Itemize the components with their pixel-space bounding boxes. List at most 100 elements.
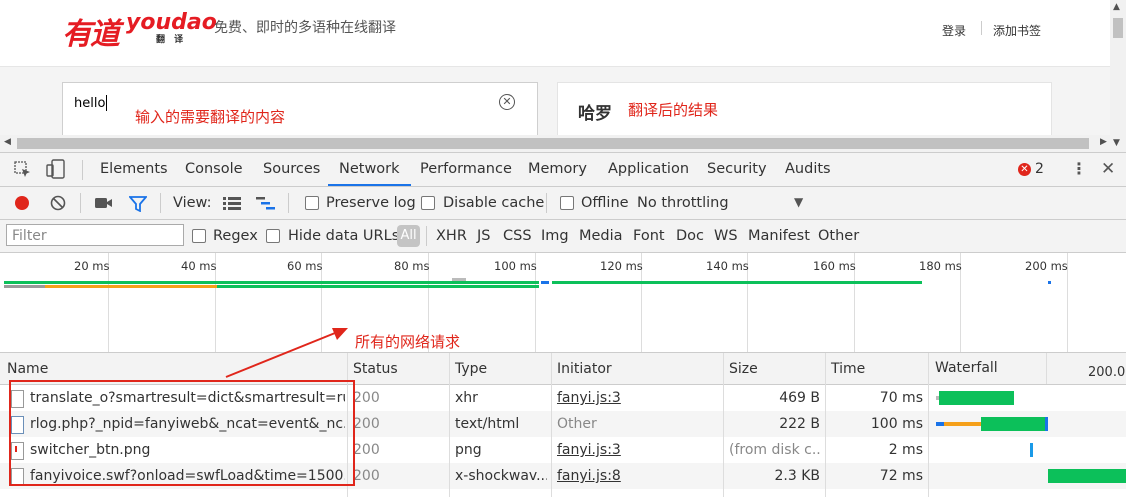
large-rows-icon[interactable] bbox=[223, 196, 241, 214]
filter-other[interactable]: Other bbox=[818, 227, 859, 245]
request-initiator[interactable]: fanyi.js:3 bbox=[557, 437, 621, 463]
overview-tick: 80 ms bbox=[394, 259, 430, 273]
overview-bar bbox=[4, 285, 45, 288]
offline-checkbox[interactable] bbox=[560, 196, 574, 210]
devtools-tab-bar: Elements Console Sources Network Perform… bbox=[0, 153, 1126, 187]
show-overview-icon[interactable] bbox=[256, 196, 276, 214]
preserve-log-label[interactable]: Preserve log bbox=[326, 194, 416, 212]
close-devtools-icon[interactable]: ✕ bbox=[1101, 159, 1115, 179]
tab-memory[interactable]: Memory bbox=[528, 153, 587, 186]
divider bbox=[82, 160, 83, 180]
chevron-down-icon[interactable]: ▼ bbox=[794, 195, 803, 209]
scroll-left-icon[interactable]: ◀ bbox=[4, 137, 11, 147]
tab-elements[interactable]: Elements bbox=[100, 153, 168, 186]
network-overview[interactable]: 20 ms 40 ms 60 ms 80 ms 100 ms 120 ms 14… bbox=[0, 253, 1126, 353]
header-divider bbox=[981, 21, 982, 35]
capture-screenshots-icon[interactable] bbox=[95, 197, 113, 213]
disable-cache-checkbox[interactable] bbox=[421, 196, 435, 210]
scroll-down-icon[interactable]: ▼ bbox=[1113, 138, 1120, 148]
regex-checkbox[interactable] bbox=[192, 229, 206, 243]
waterfall-bar bbox=[939, 391, 1014, 405]
filter-xhr[interactable]: XHR bbox=[436, 227, 467, 245]
site-slogan: 免费、即时的多语种在线翻译 bbox=[214, 20, 396, 36]
overview-bar bbox=[552, 281, 922, 284]
tab-performance[interactable]: Performance bbox=[420, 153, 512, 186]
youdao-logo[interactable]: 有道 bbox=[62, 9, 120, 53]
divider bbox=[80, 193, 81, 213]
divider bbox=[288, 193, 289, 213]
device-toolbar-icon[interactable] bbox=[46, 159, 68, 183]
clear-input-icon[interactable]: ✕ bbox=[499, 94, 515, 110]
offline-label[interactable]: Offline bbox=[581, 194, 629, 212]
filter-font[interactable]: Font bbox=[633, 227, 665, 245]
tab-audits[interactable]: Audits bbox=[785, 153, 831, 186]
annotation-arrow bbox=[225, 328, 348, 378]
filter-icon[interactable] bbox=[128, 196, 148, 216]
clear-icon[interactable] bbox=[50, 195, 66, 215]
preserve-log-checkbox[interactable] bbox=[305, 196, 319, 210]
filter-media[interactable]: Media bbox=[579, 227, 623, 245]
tab-security[interactable]: Security bbox=[707, 153, 767, 186]
column-size[interactable]: Size bbox=[729, 354, 758, 384]
tab-application[interactable]: Application bbox=[608, 153, 689, 186]
throttling-select[interactable]: No throttling bbox=[637, 194, 729, 212]
text-caret bbox=[106, 95, 107, 111]
request-time: 72 ms bbox=[879, 468, 923, 484]
request-initiator: Other bbox=[557, 416, 597, 432]
filter-input[interactable]: Filter bbox=[6, 224, 184, 246]
request-initiator[interactable]: fanyi.js:3 bbox=[557, 385, 621, 411]
filter-img[interactable]: Img bbox=[541, 227, 569, 245]
waterfall-bar bbox=[1030, 443, 1033, 457]
column-initiator[interactable]: Initiator bbox=[557, 354, 612, 384]
waterfall-bar bbox=[944, 422, 981, 426]
hide-data-urls-label[interactable]: Hide data URLs bbox=[288, 227, 399, 245]
scroll-up-icon[interactable]: ▲ bbox=[1113, 2, 1120, 12]
error-count[interactable]: 2 bbox=[1035, 161, 1044, 177]
overview-tick: 40 ms bbox=[181, 259, 217, 273]
hide-data-urls-checkbox[interactable] bbox=[266, 229, 280, 243]
add-bookmark-link[interactable]: 添加书签 bbox=[993, 22, 1041, 39]
request-size: (from disk c... bbox=[729, 442, 820, 458]
overview-tick: 160 ms bbox=[813, 259, 856, 273]
overview-tick: 100 ms bbox=[494, 259, 537, 273]
login-link[interactable]: 登录 bbox=[942, 22, 966, 39]
column-waterfall[interactable]: Waterfall bbox=[935, 353, 998, 383]
overview-tick: 60 ms bbox=[287, 259, 323, 273]
tab-sources[interactable]: Sources bbox=[263, 153, 320, 186]
column-divider bbox=[449, 353, 450, 497]
divider bbox=[160, 193, 161, 213]
overview-bar bbox=[541, 281, 549, 284]
filter-ws[interactable]: WS bbox=[714, 227, 738, 245]
filter-all[interactable]: All bbox=[397, 225, 420, 247]
error-icon[interactable]: ✕ bbox=[1018, 163, 1031, 176]
disable-cache-label[interactable]: Disable cache bbox=[443, 194, 544, 212]
source-text-value: hello bbox=[74, 96, 106, 111]
overview-bar bbox=[4, 281, 539, 284]
column-status[interactable]: Status bbox=[353, 354, 398, 384]
vertical-scroll-thumb[interactable] bbox=[1113, 18, 1123, 38]
horizontal-scroll-thumb[interactable] bbox=[17, 138, 1089, 149]
column-divider bbox=[928, 353, 929, 497]
filter-manifest[interactable]: Manifest bbox=[748, 227, 810, 245]
filter-css[interactable]: CSS bbox=[503, 227, 532, 245]
request-type: x-shockwav... bbox=[455, 468, 547, 484]
tab-network[interactable]: Network bbox=[328, 153, 411, 186]
logo-subtitle: 翻 译 bbox=[156, 35, 187, 45]
column-time[interactable]: Time bbox=[831, 354, 865, 384]
tab-console[interactable]: Console bbox=[185, 153, 243, 186]
request-type: png bbox=[455, 442, 482, 458]
more-options-icon[interactable]: ⋮ bbox=[1071, 159, 1087, 178]
inspect-element-icon[interactable] bbox=[14, 161, 32, 183]
scroll-right-icon[interactable]: ▶ bbox=[1100, 137, 1107, 147]
request-initiator[interactable]: fanyi.js:8 bbox=[557, 463, 621, 489]
overview-tick: 180 ms bbox=[919, 259, 962, 273]
request-size: 2.3 KB bbox=[774, 468, 821, 484]
record-icon[interactable] bbox=[15, 196, 29, 210]
filter-js[interactable]: JS bbox=[477, 227, 490, 245]
column-type[interactable]: Type bbox=[455, 354, 487, 384]
input-annotation: 输入的需要翻译的内容 bbox=[135, 108, 286, 126]
filter-doc[interactable]: Doc bbox=[676, 227, 704, 245]
request-time: 70 ms bbox=[879, 390, 923, 406]
waterfall-bar bbox=[1045, 417, 1048, 431]
regex-label[interactable]: Regex bbox=[213, 227, 258, 245]
